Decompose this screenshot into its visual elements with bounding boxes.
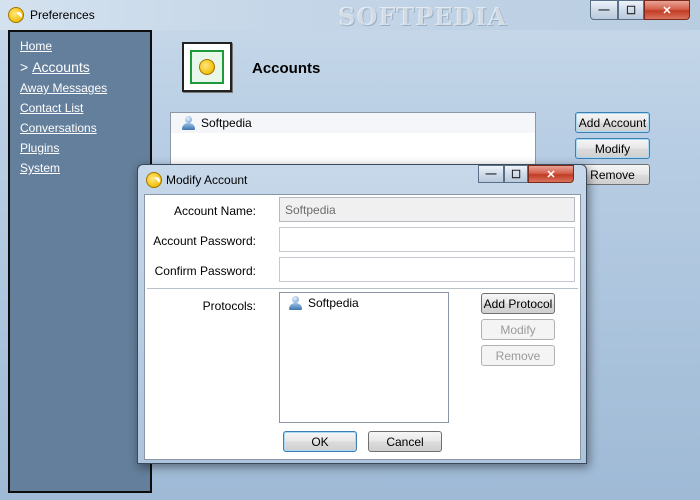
account-password-label: Account Password: xyxy=(153,234,256,248)
account-password-field[interactable] xyxy=(279,227,575,252)
sidebar-item-plugins[interactable]: Plugins xyxy=(20,138,140,158)
confirm-password-field[interactable] xyxy=(279,257,575,282)
cancel-button[interactable]: Cancel xyxy=(368,431,442,452)
dialog-title: Modify Account xyxy=(166,173,248,187)
user-icon xyxy=(288,296,302,310)
window-title: Preferences xyxy=(30,8,95,22)
close-button[interactable]: ✕ xyxy=(528,165,574,183)
account-name: Softpedia xyxy=(201,116,252,130)
remove-protocol-button[interactable]: Remove xyxy=(481,345,555,366)
modify-account-button[interactable]: Modify xyxy=(575,138,650,159)
modify-account-dialog: Modify Account — ☐ ✕ Account Name: Accou… xyxy=(137,164,587,464)
window-controls: — ☐ ✕ xyxy=(590,0,690,20)
minimize-icon: — xyxy=(485,168,497,180)
user-icon xyxy=(181,116,195,130)
ok-button[interactable]: OK xyxy=(283,431,357,452)
close-button[interactable]: ✕ xyxy=(644,0,690,20)
add-protocol-button[interactable]: Add Protocol xyxy=(481,293,555,314)
list-item[interactable]: Softpedia xyxy=(171,113,535,133)
confirm-password-label: Confirm Password: xyxy=(154,264,256,278)
close-icon: ✕ xyxy=(546,168,556,181)
protocol-list[interactable]: Softpedia xyxy=(279,292,449,423)
sidebar: Home > Accounts Away Messages Contact Lis… xyxy=(8,30,152,493)
minimize-button[interactable]: — xyxy=(478,165,504,183)
maximize-icon: ☐ xyxy=(626,4,636,17)
sidebar-item-accounts[interactable]: > Accounts xyxy=(20,56,140,78)
minimize-icon: — xyxy=(598,4,610,16)
divider xyxy=(147,288,578,289)
dialog-window-controls: — ☐ ✕ xyxy=(478,165,574,183)
protocol-name: Softpedia xyxy=(308,296,359,310)
title-bar[interactable]: Preferences SOFTPEDIA — ☐ ✕ xyxy=(0,0,700,31)
account-name-field[interactable] xyxy=(279,197,575,222)
maximize-button[interactable]: ☐ xyxy=(504,165,528,183)
sidebar-item-contact-list[interactable]: Contact List xyxy=(20,98,140,118)
account-name-label: Account Name: xyxy=(173,204,256,218)
maximize-button[interactable]: ☐ xyxy=(618,0,644,20)
sidebar-item-label: Accounts xyxy=(32,59,90,75)
accounts-section-icon xyxy=(182,42,232,92)
sidebar-item-system[interactable]: System xyxy=(20,158,140,178)
minimize-button[interactable]: — xyxy=(590,0,618,20)
close-icon: ✕ xyxy=(662,4,672,17)
app-logo-icon xyxy=(146,172,162,188)
app-logo-icon xyxy=(8,7,24,23)
protocols-label: Protocols: xyxy=(202,299,256,313)
page-title: Accounts xyxy=(252,60,321,77)
sidebar-item-conversations[interactable]: Conversations xyxy=(20,118,140,138)
list-item[interactable]: Softpedia xyxy=(280,293,448,313)
modify-protocol-button[interactable]: Modify xyxy=(481,319,555,340)
active-indicator: > xyxy=(20,59,29,75)
watermark: SOFTPEDIA xyxy=(338,2,508,31)
sidebar-item-away-messages[interactable]: Away Messages xyxy=(20,78,140,98)
add-account-button[interactable]: Add Account xyxy=(575,112,650,133)
sidebar-item-home[interactable]: Home xyxy=(20,36,140,56)
maximize-icon: ☐ xyxy=(511,168,521,181)
dialog-body: Account Name: Account Password: Confirm … xyxy=(144,194,581,460)
